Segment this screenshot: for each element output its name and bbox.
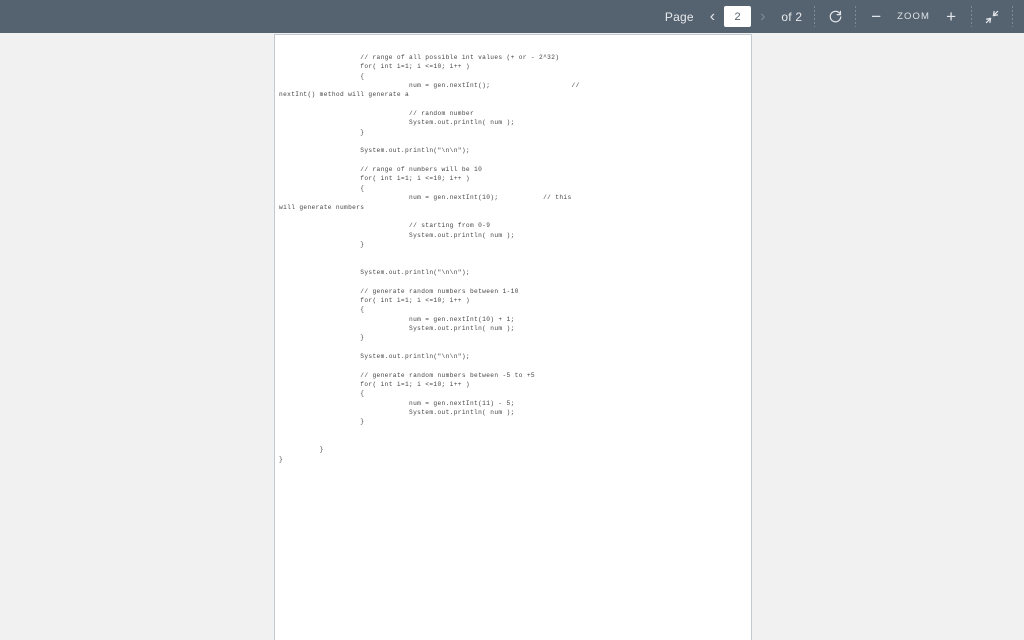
- scanned-code-text: // range of all possible int values (+ o…: [279, 54, 580, 463]
- page-total-label: of 2: [781, 9, 803, 24]
- pdf-viewer-toolbar: Page ‹ 2 › of 2 − ZOOM +: [0, 0, 1024, 33]
- zoom-group: − ZOOM +: [861, 0, 966, 33]
- chevron-right-icon[interactable]: ›: [751, 8, 774, 25]
- page-content: // range of all possible int values (+ o…: [275, 35, 751, 640]
- zoom-in-button[interactable]: +: [936, 8, 966, 25]
- page-number-value: 2: [734, 10, 741, 23]
- document-page: // range of all possible int values (+ o…: [274, 34, 752, 640]
- page-navigation-group: Page ‹ 2 › of 2: [658, 0, 809, 33]
- toolbar-separator: [855, 6, 857, 27]
- toolbar-separator: [971, 6, 972, 27]
- document-viewer[interactable]: // range of all possible int values (+ o…: [0, 33, 1024, 640]
- toolbar-separator: [814, 6, 816, 27]
- chevron-left-icon[interactable]: ‹: [701, 8, 724, 25]
- page-label: Page: [664, 9, 694, 24]
- zoom-label: ZOOM: [897, 11, 931, 22]
- rotate-icon[interactable]: [820, 0, 850, 33]
- toolbar-separator: [1012, 6, 1013, 27]
- collapse-arrows-icon[interactable]: [977, 0, 1007, 33]
- zoom-out-button[interactable]: −: [861, 8, 891, 25]
- page-number-input[interactable]: 2: [724, 6, 752, 27]
